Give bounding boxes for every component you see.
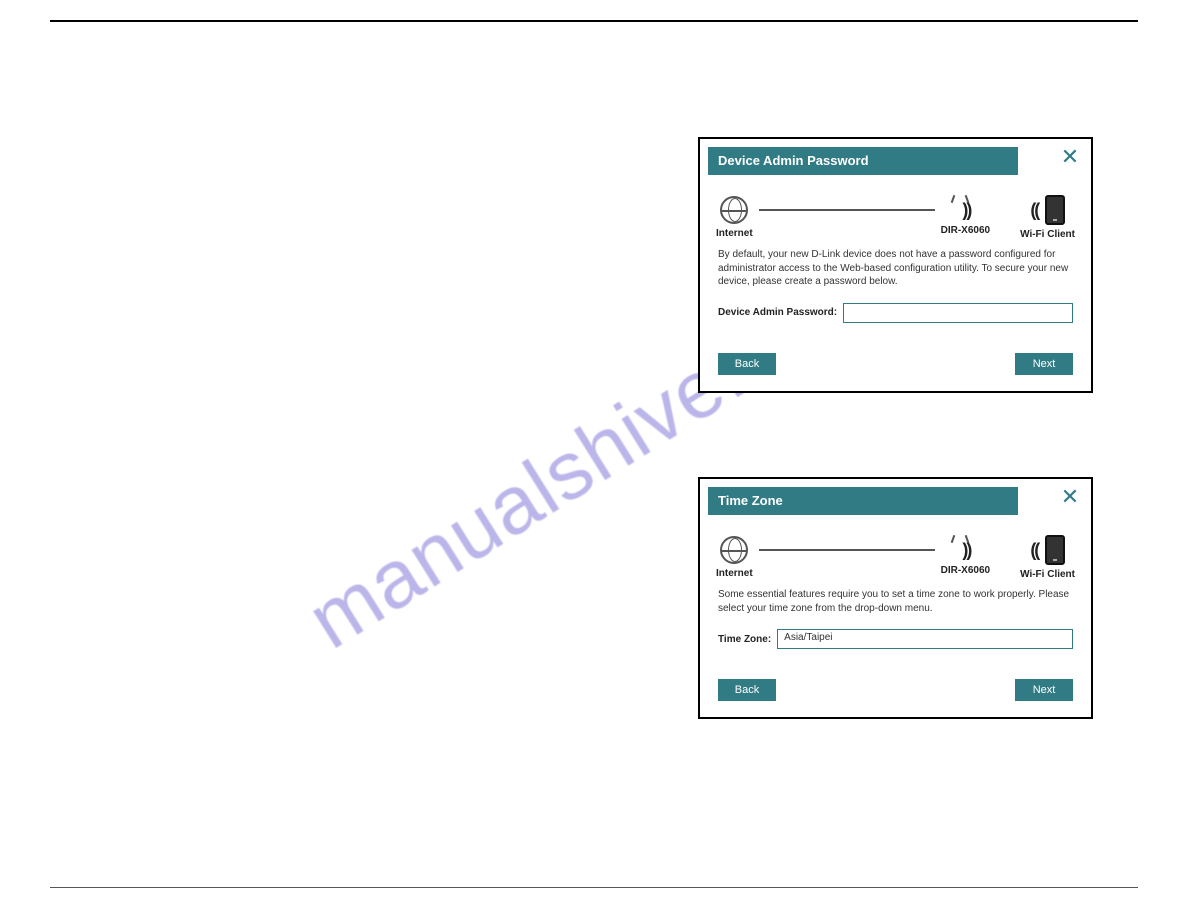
back-button[interactable]: Back (718, 679, 776, 701)
timezone-label: Time Zone: (718, 634, 771, 645)
close-icon[interactable]: ✕ (1059, 487, 1081, 509)
router-label: DIR-X6060 (941, 565, 990, 576)
router-icon: )) (941, 200, 990, 221)
connection-line (759, 549, 935, 551)
timezone-select[interactable]: Asia/Taipei (777, 629, 1073, 649)
internet-node: Internet (716, 536, 753, 579)
network-diagram: Internet )) DIR-X6060 (( Wi-Fi Client (708, 189, 1083, 242)
dialog-description: By default, your new D-Link device does … (708, 242, 1083, 297)
back-button[interactable]: Back (718, 353, 776, 375)
network-diagram: Internet )) DIR-X6060 (( Wi-Fi Client (708, 529, 1083, 582)
dialog-buttons: Back Next (708, 659, 1083, 705)
router-node: )) DIR-X6060 (941, 200, 990, 236)
dialog-header: Time Zone ✕ (708, 487, 1083, 517)
device-admin-password-dialog: Device Admin Password ✕ Internet )) DIR-… (698, 137, 1093, 393)
connection-line (759, 209, 935, 211)
next-button[interactable]: Next (1015, 679, 1073, 701)
router-icon: )) (941, 540, 990, 561)
internet-node: Internet (716, 196, 753, 239)
client-icon: (( (1020, 535, 1075, 565)
dialog-description: Some essential features require you to s… (708, 582, 1083, 623)
client-icon: (( (1020, 195, 1075, 225)
password-label: Device Admin Password: (718, 307, 837, 318)
globe-icon (720, 536, 748, 564)
client-node: (( Wi-Fi Client (1020, 195, 1075, 240)
dialog-title: Device Admin Password (708, 147, 1018, 175)
time-zone-dialog: Time Zone ✕ Internet )) DIR-X6060 (( Wi-… (698, 477, 1093, 719)
timezone-row: Time Zone: Asia/Taipei (708, 623, 1083, 659)
password-input[interactable] (843, 303, 1073, 323)
router-node: )) DIR-X6060 (941, 540, 990, 576)
client-label: Wi-Fi Client (1020, 569, 1075, 580)
dialog-header: Device Admin Password ✕ (708, 147, 1083, 177)
router-label: DIR-X6060 (941, 225, 990, 236)
globe-icon (720, 196, 748, 224)
dialog-buttons: Back Next (708, 333, 1083, 379)
next-button[interactable]: Next (1015, 353, 1073, 375)
dialog-title: Time Zone (708, 487, 1018, 515)
close-icon[interactable]: ✕ (1059, 147, 1081, 169)
manual-page: manualshive.com Device Admin Password ✕ … (50, 20, 1138, 888)
password-row: Device Admin Password: (708, 297, 1083, 333)
client-label: Wi-Fi Client (1020, 229, 1075, 240)
internet-label: Internet (716, 568, 753, 579)
internet-label: Internet (716, 228, 753, 239)
client-node: (( Wi-Fi Client (1020, 535, 1075, 580)
